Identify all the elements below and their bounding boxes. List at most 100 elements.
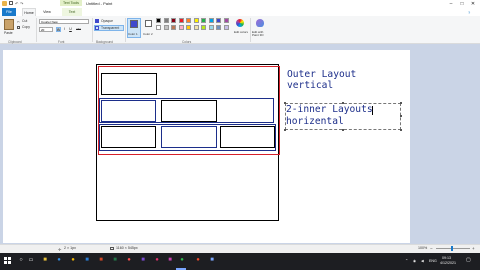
excel-icon[interactable]: ■ bbox=[111, 256, 119, 265]
palette-swatch[interactable] bbox=[223, 24, 229, 30]
edit-colors-button[interactable]: Edit colors bbox=[234, 30, 248, 34]
resize-handle[interactable] bbox=[284, 129, 286, 131]
palette-swatch[interactable] bbox=[208, 18, 214, 23]
zoom-slider-thumb[interactable] bbox=[451, 246, 453, 251]
color1-swatch bbox=[130, 20, 138, 28]
clock-time[interactable]: 09:13 bbox=[442, 256, 451, 260]
transparent-option[interactable]: Transparent bbox=[101, 26, 119, 30]
inner-layouts-note-line1[interactable]: 2-inner Layouts bbox=[286, 104, 373, 115]
undo-icon[interactable]: ↶ bbox=[15, 1, 18, 6]
palette-swatch[interactable] bbox=[208, 24, 214, 30]
palette-swatch[interactable] bbox=[163, 18, 169, 23]
tab-text[interactable]: Text bbox=[62, 8, 82, 16]
minimize-button[interactable]: – bbox=[446, 0, 456, 8]
single-widget-box bbox=[101, 73, 157, 95]
close-button[interactable]: ✕ bbox=[468, 0, 478, 8]
task-view-icon[interactable]: ▭ bbox=[27, 256, 35, 265]
edge-icon[interactable]: ● bbox=[55, 256, 63, 265]
paint-taskbar-icon[interactable]: ■ bbox=[208, 256, 216, 265]
app-icon[interactable]: ■ bbox=[166, 256, 174, 265]
notification-icon[interactable]: ▢ bbox=[466, 258, 471, 263]
strikethrough-button[interactable]: abc bbox=[74, 27, 83, 32]
palette-swatch[interactable] bbox=[193, 24, 199, 30]
network-icon[interactable]: ◉ bbox=[413, 259, 416, 263]
zoom-out-button[interactable]: − bbox=[430, 244, 433, 253]
search-icon[interactable]: ○ bbox=[17, 256, 25, 265]
group-divider bbox=[125, 18, 126, 42]
resize-handle[interactable] bbox=[400, 129, 402, 131]
paste-button-label[interactable]: Paste bbox=[4, 31, 13, 35]
inner1-box-1 bbox=[101, 100, 156, 122]
palette-swatch[interactable] bbox=[186, 18, 191, 23]
copy-icon bbox=[17, 26, 20, 29]
powerpoint-icon[interactable]: ■ bbox=[97, 256, 105, 265]
palette-swatch[interactable] bbox=[171, 18, 176, 23]
edit-with-paint3d-button[interactable]: Edit with Paint 3D bbox=[252, 30, 270, 38]
cursor-position-icon: ✛ bbox=[58, 247, 62, 252]
bold-button[interactable]: B bbox=[56, 27, 61, 32]
palette-swatch[interactable] bbox=[178, 18, 184, 23]
zoom-slider-track[interactable] bbox=[436, 248, 470, 249]
edit-colors-icon[interactable] bbox=[236, 19, 244, 27]
transparent-icon bbox=[95, 26, 99, 30]
cut-button[interactable]: Cut bbox=[22, 19, 27, 23]
underline-button[interactable]: U bbox=[68, 27, 73, 32]
zoom-in-button[interactable]: + bbox=[472, 244, 475, 253]
palette-swatch[interactable] bbox=[201, 18, 206, 23]
text-tools-context-label: Text Tools bbox=[60, 0, 82, 6]
font-size-select[interactable]: 20 bbox=[39, 27, 53, 32]
volume-icon[interactable]: ◀ bbox=[421, 259, 424, 263]
cursor-position: 2 × 1px bbox=[64, 246, 76, 250]
inner-layouts-note-line2[interactable]: horizental bbox=[286, 116, 344, 127]
outer-layout-note-line2: vertical bbox=[287, 80, 334, 91]
italic-button[interactable]: I bbox=[62, 27, 67, 32]
redo-icon[interactable]: ↷ bbox=[20, 1, 23, 6]
palette-swatch[interactable] bbox=[201, 24, 206, 30]
word-icon[interactable]: ■ bbox=[83, 256, 91, 265]
font-family-select[interactable]: Courier New bbox=[39, 19, 89, 24]
color2-swatch[interactable] bbox=[145, 20, 152, 27]
palette-swatch[interactable] bbox=[193, 18, 199, 23]
windows-start-icon[interactable] bbox=[4, 257, 11, 264]
canvas-size: 1160 × 545px bbox=[116, 246, 138, 250]
file-explorer-icon[interactable]: ■ bbox=[41, 256, 49, 265]
text-caret bbox=[372, 106, 373, 115]
tab-home[interactable]: Home bbox=[22, 8, 36, 16]
help-icon[interactable]: ? bbox=[468, 10, 470, 15]
opaque-option[interactable]: Opaque bbox=[101, 19, 113, 23]
paint3d-icon[interactable] bbox=[256, 19, 264, 27]
palette-swatch[interactable] bbox=[156, 24, 161, 30]
palette-swatch[interactable] bbox=[171, 24, 176, 30]
inner2-box-1 bbox=[101, 126, 156, 148]
palette-swatch[interactable] bbox=[163, 24, 169, 30]
app-icon[interactable]: ● bbox=[125, 256, 133, 265]
tab-file[interactable]: File bbox=[2, 8, 16, 16]
color-palette bbox=[156, 18, 232, 31]
resize-handle[interactable] bbox=[342, 129, 344, 131]
palette-swatch[interactable] bbox=[223, 18, 229, 23]
palette-swatch[interactable] bbox=[216, 24, 221, 30]
language-indicator[interactable]: ENG bbox=[429, 259, 437, 263]
color2-label[interactable]: Color 2 bbox=[143, 32, 153, 36]
palette-swatch[interactable] bbox=[186, 24, 191, 30]
tray-up-icon[interactable]: ⌃ bbox=[405, 259, 408, 263]
palette-swatch[interactable] bbox=[156, 18, 161, 23]
palette-swatch[interactable] bbox=[178, 24, 184, 30]
app-icon[interactable]: ■ bbox=[139, 256, 147, 265]
active-app-indicator bbox=[176, 268, 186, 270]
app-icon[interactable]: ● bbox=[178, 256, 186, 265]
app-icon[interactable]: ● bbox=[194, 256, 202, 265]
palette-swatch[interactable] bbox=[216, 18, 221, 23]
tab-view[interactable]: View bbox=[40, 8, 54, 16]
resize-handle[interactable] bbox=[400, 102, 402, 104]
save-icon[interactable] bbox=[9, 1, 13, 5]
group-divider bbox=[36, 18, 37, 42]
paste-icon[interactable] bbox=[4, 19, 14, 30]
app-icon[interactable]: ● bbox=[153, 256, 161, 265]
copy-button[interactable]: Copy bbox=[22, 25, 30, 29]
clock-date[interactable]: 4/12/2021 bbox=[440, 261, 456, 265]
zoom-level: 100% bbox=[418, 246, 428, 250]
maximize-button[interactable]: □ bbox=[457, 0, 467, 8]
resize-handle[interactable] bbox=[400, 115, 402, 117]
chrome-icon[interactable]: ● bbox=[69, 256, 77, 265]
